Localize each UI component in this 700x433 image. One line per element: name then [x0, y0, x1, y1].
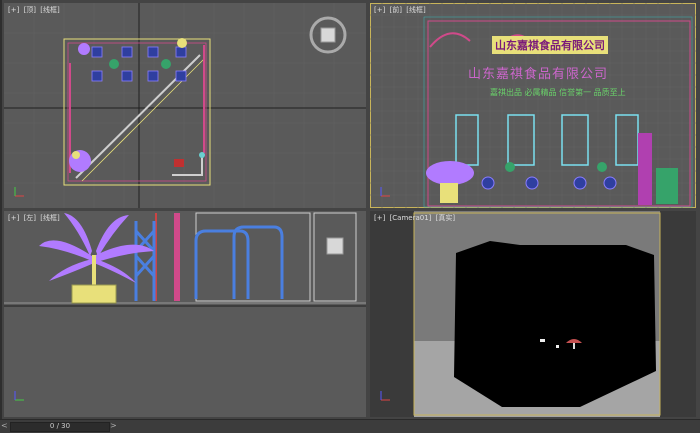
- viewcube-icon[interactable]: [324, 235, 346, 257]
- viewport-top-label[interactable]: [+] [顶] [线框]: [8, 5, 62, 15]
- signage-board: 山东嘉祺食品有限公司: [468, 67, 609, 82]
- viewport-menu-button[interactable]: [+]: [374, 6, 385, 14]
- viewport-menu-button[interactable]: [+]: [8, 6, 19, 14]
- viewport-front[interactable]: 山东嘉祺食品有限公司 山东嘉祺食品有限公司 嘉祺出品 必属精品 信誉第一 品质至…: [370, 3, 696, 208]
- shading-mode-button[interactable]: [线框]: [406, 6, 425, 14]
- axis-gizmo-icon: [380, 391, 390, 401]
- viewcube-icon[interactable]: [309, 16, 347, 54]
- front-view-scene: [370, 3, 696, 208]
- axis-gizmo-icon: [380, 187, 390, 197]
- signage-slogan: 嘉祺出品 必属精品 信誉第一 品质至上: [490, 88, 626, 97]
- previous-frame-icon[interactable]: <: [1, 421, 8, 430]
- viewport-camera[interactable]: [+] [Camera01] [真实]: [370, 211, 696, 417]
- axis-gizmo-icon: [14, 391, 24, 401]
- axis-gizmo-icon: [14, 187, 24, 197]
- left-view-scene: [4, 212, 366, 307]
- viewport-menu-button[interactable]: [+]: [8, 214, 19, 222]
- view-name-button[interactable]: [前]: [390, 6, 402, 14]
- shading-mode-button[interactable]: [线框]: [40, 6, 59, 14]
- frame-counter: 0 / 30: [49, 422, 71, 430]
- view-name-button[interactable]: [顶]: [24, 6, 36, 14]
- viewport-front-label[interactable]: [+] [前] [线框]: [374, 5, 428, 15]
- camera-view-scene: [370, 211, 696, 417]
- viewport-top[interactable]: [+] [顶] [线框]: [4, 3, 366, 208]
- shading-mode-button[interactable]: [线框]: [40, 214, 59, 222]
- time-slider[interactable]: 0 / 30: [10, 422, 110, 432]
- viewport-menu-button[interactable]: [+]: [374, 214, 385, 222]
- next-frame-icon[interactable]: >: [110, 421, 117, 430]
- viewport-left-label[interactable]: [+] [左] [线框]: [8, 213, 62, 223]
- viewport-left[interactable]: [+] [左] [线框]: [4, 211, 366, 417]
- left-frame-edge: [0, 0, 2, 420]
- view-name-button[interactable]: [左]: [24, 214, 36, 222]
- viewport-camera-label[interactable]: [+] [Camera01] [真实]: [374, 213, 457, 223]
- time-slider-bar: < 0 / 30 >: [0, 419, 700, 433]
- signage-main: 山东嘉祺食品有限公司: [492, 36, 608, 54]
- view-name-button[interactable]: [Camera01]: [390, 214, 432, 222]
- shading-mode-button[interactable]: [真实]: [436, 214, 455, 222]
